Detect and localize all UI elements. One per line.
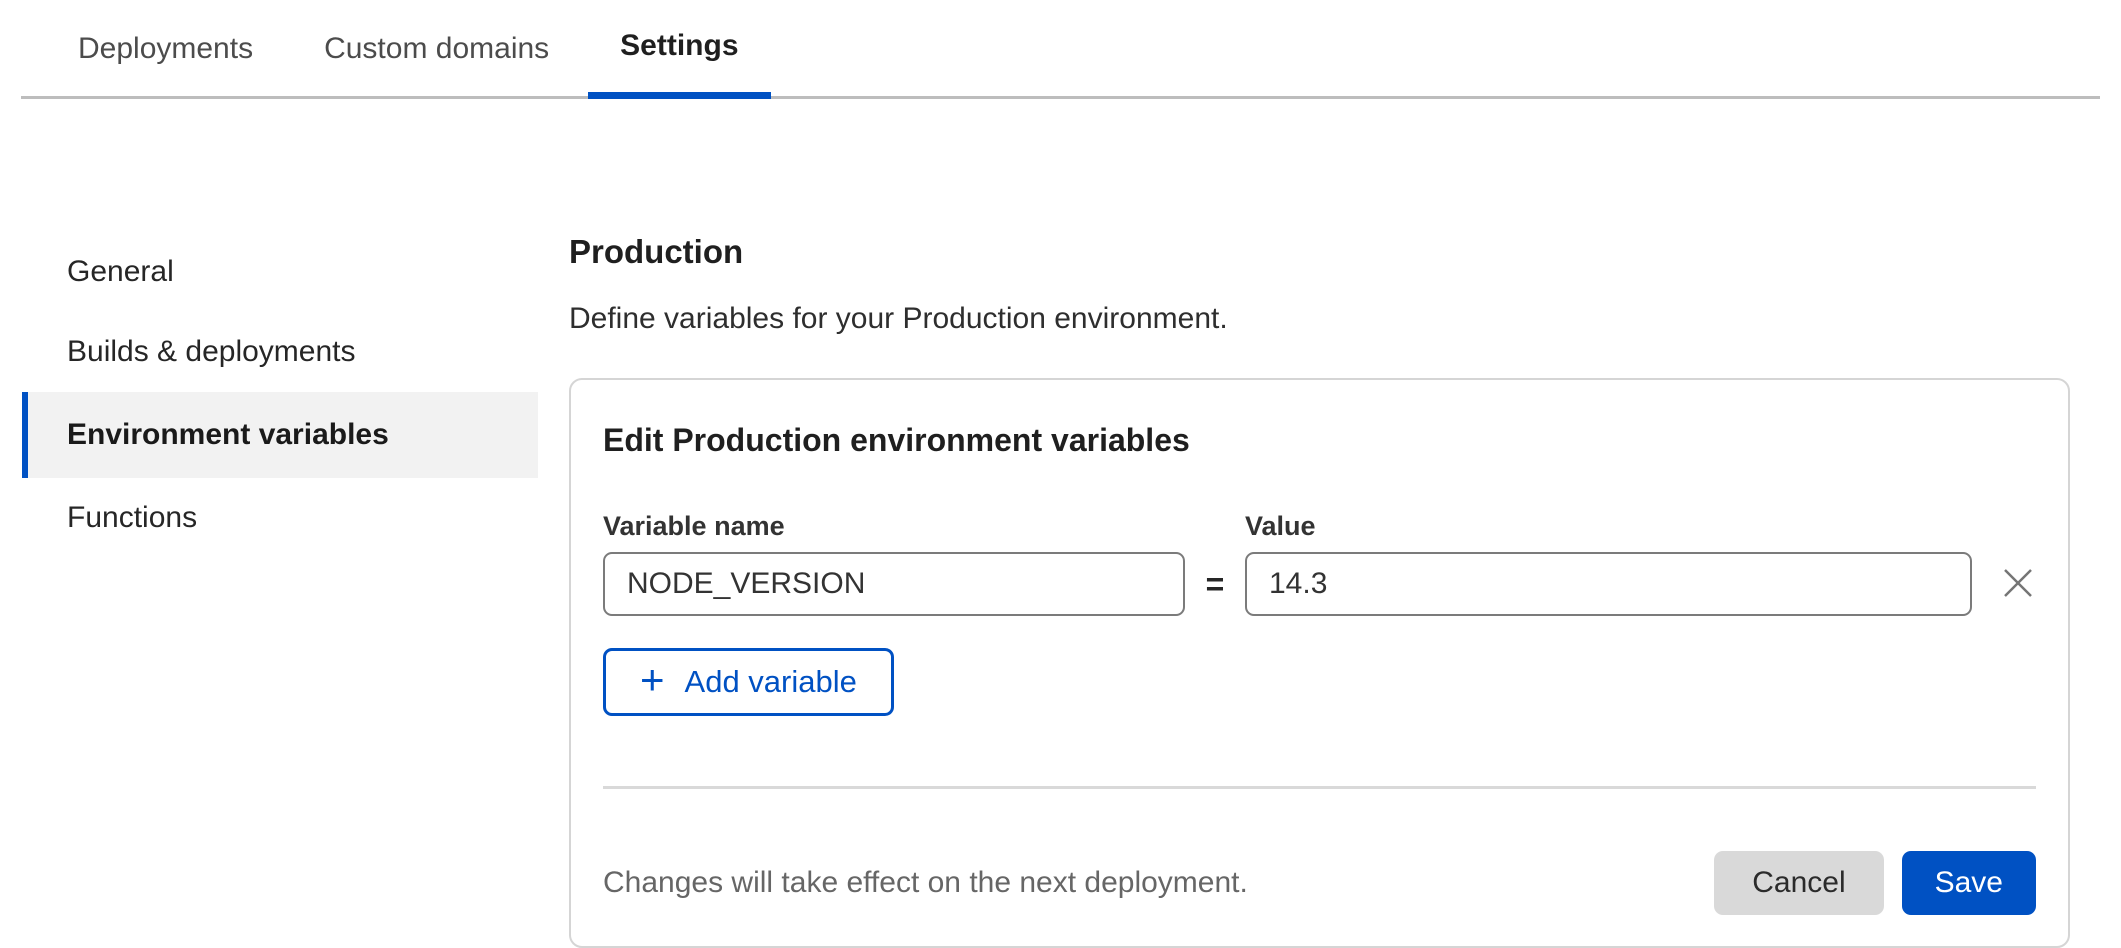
sidebar-item-environment-variables[interactable]: Environment variables <box>22 392 538 478</box>
sidebar-item-general[interactable]: General <box>0 232 538 312</box>
close-icon <box>1999 564 2037 605</box>
settings-sidebar: General Builds & deployments Environment… <box>0 232 538 558</box>
sidebar-item-functions[interactable]: Functions <box>0 478 538 558</box>
cancel-button[interactable]: Cancel <box>1714 851 1883 915</box>
remove-variable-cell <box>1972 562 2040 606</box>
remove-variable-button[interactable] <box>1996 562 2040 606</box>
tab-deployments[interactable]: Deployments <box>46 32 285 99</box>
tab-bar: Deployments Custom domains Settings <box>21 0 2100 99</box>
page-title: Production <box>569 232 2070 272</box>
card-divider <box>603 786 2036 789</box>
environment-variables-card: Edit Production environment variables Va… <box>569 378 2070 948</box>
page-subtitle: Define variables for your Production env… <box>569 302 2070 336</box>
save-button[interactable]: Save <box>1902 851 2036 915</box>
main-panel: Production Define variables for your Pro… <box>569 232 2070 948</box>
value-label: Value <box>1245 511 1972 542</box>
card-footer: Changes will take effect on the next dep… <box>603 851 2036 915</box>
variable-name-label: Variable name <box>603 511 1185 542</box>
add-variable-button[interactable]: + Add variable <box>603 648 894 716</box>
tab-custom-domains[interactable]: Custom domains <box>292 32 581 99</box>
footer-note: Changes will take effect on the next dep… <box>603 866 1714 900</box>
variable-value-input[interactable] <box>1245 552 1972 616</box>
variable-row: Variable name Value = <box>603 511 2036 616</box>
content-area: General Builds & deployments Environment… <box>0 232 2121 948</box>
tab-settings[interactable]: Settings <box>588 29 770 99</box>
add-variable-label: Add variable <box>685 664 857 700</box>
sidebar-item-builds-deployments[interactable]: Builds & deployments <box>0 312 538 392</box>
variable-name-input[interactable] <box>603 552 1185 616</box>
plus-icon: + <box>640 659 665 701</box>
equals-sign: = <box>1185 566 1245 603</box>
card-title: Edit Production environment variables <box>603 422 2036 459</box>
